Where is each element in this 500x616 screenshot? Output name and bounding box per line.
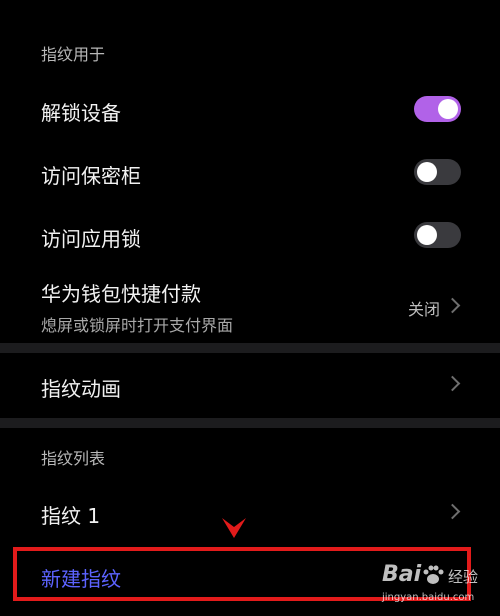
section-header-fingerprint-list: 指纹列表 [41, 449, 106, 468]
row-label: 访问保密柜 [41, 164, 141, 188]
row-label: 访问应用锁 [41, 227, 141, 251]
unlock-device-toggle[interactable] [414, 96, 461, 122]
section-header-fingerprint-use: 指纹用于 [41, 45, 106, 64]
chevron-right-icon [444, 503, 461, 520]
row-label: 解锁设备 [41, 101, 121, 125]
watermark-url: jingyan.baidu.com [382, 592, 475, 603]
section-divider [0, 343, 500, 353]
toggle-knob [417, 162, 437, 182]
row-label: 指纹 1 [41, 504, 101, 528]
row-fingerprint-1[interactable]: 指纹 1 [0, 486, 500, 538]
safe-toggle[interactable] [414, 159, 461, 185]
chevron-right-icon [444, 375, 461, 392]
row-safe[interactable]: 访问保密柜 [0, 147, 500, 199]
watermark-brand-cn: 经验 [448, 568, 479, 586]
row-sublabel: 熄屏或锁屏时打开支付界面 [41, 316, 234, 335]
watermark-brand: Bai [382, 562, 422, 587]
row-label: 华为钱包快捷付款 [41, 282, 201, 306]
row-label: 指纹动画 [41, 377, 121, 401]
section-divider [0, 418, 500, 428]
toggle-knob [417, 225, 437, 245]
annotation-arrow-icon [222, 518, 246, 538]
row-huawei-wallet[interactable]: 华为钱包快捷付款 熄屏或锁屏时打开支付界面 关闭 [0, 272, 500, 338]
baidu-jingyan-watermark: Bai 经验 jingyan.baidu.com [382, 560, 500, 610]
row-app-lock[interactable]: 访问应用锁 [0, 210, 500, 262]
paw-icon [423, 565, 444, 584]
wallet-status-value: 关闭 [407, 300, 440, 319]
new-fingerprint-button[interactable]: 新建指纹 [41, 563, 121, 592]
row-unlock-device[interactable]: 解锁设备 [0, 84, 500, 136]
app-lock-toggle[interactable] [414, 222, 461, 248]
chevron-right-icon [444, 297, 461, 314]
toggle-knob [438, 99, 458, 119]
row-fingerprint-animation[interactable]: 指纹动画 [0, 356, 500, 414]
